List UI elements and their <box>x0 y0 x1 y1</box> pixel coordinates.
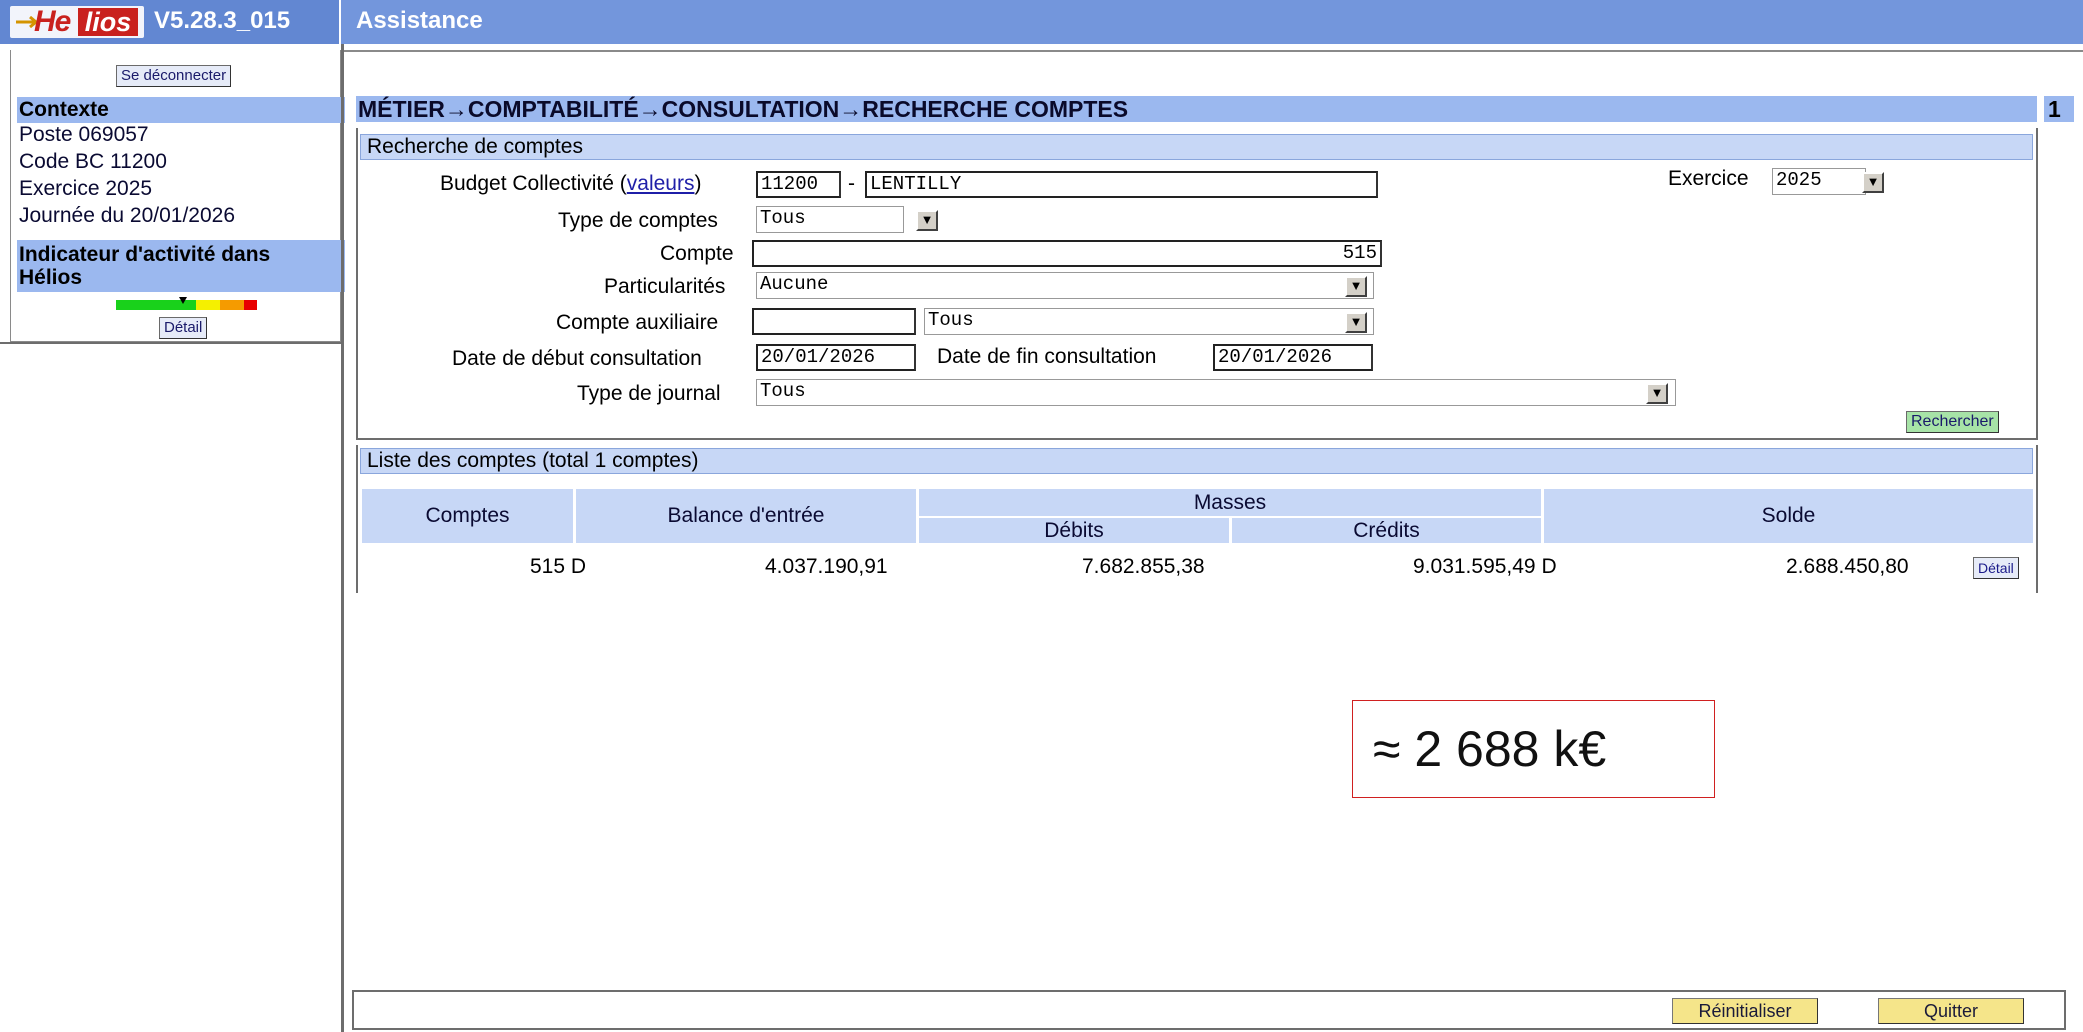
exercice-dropdown-icon[interactable]: ▼ <box>1862 172 1884 193</box>
col-header-balance: Balance d'entrée <box>576 489 916 543</box>
quit-button[interactable]: Quitter <box>1878 998 2024 1024</box>
valeurs-link[interactable]: valeurs <box>627 172 695 195</box>
cell-compte: 515 D <box>530 555 587 578</box>
search-section-title: Recherche de comptes <box>360 134 2033 160</box>
budget-label: Budget Collectivité (valeurs) <box>440 172 702 195</box>
type-journal-select[interactable]: Tous <box>756 379 1676 406</box>
compte-label: Compte <box>660 242 734 265</box>
budget-code-field[interactable]: 11200 <box>756 171 841 198</box>
app-version: V5.28.3_015 <box>154 7 291 34</box>
type-comptes-label: Type de comptes <box>558 209 718 232</box>
breadcrumb: MÉTIER→COMPTABILITÉ→CONSULTATION→RECHERC… <box>356 96 2037 122</box>
context-journee: Journée du 20/01/2026 <box>19 204 236 227</box>
accounts-list-title: Liste des comptes (total 1 comptes) <box>360 448 2033 474</box>
col-header-masses: Masses <box>919 489 1541 516</box>
solde-annotation: ≈ 2 688 k€ <box>1352 700 1715 798</box>
col-header-comptes: Comptes <box>362 489 573 543</box>
col-header-solde: Solde <box>1544 489 2033 543</box>
sidebar-divider <box>0 342 341 344</box>
compte-auxiliaire-dropdown-icon[interactable]: ▼ <box>1345 312 1367 333</box>
helios-logo: He lios <box>10 5 144 38</box>
activity-indicator-title: Indicateur d'activité dans Hélios <box>17 240 345 292</box>
particularites-select[interactable]: Aucune <box>756 272 1374 299</box>
logout-button[interactable]: Se déconnecter <box>116 65 232 87</box>
context-poste: Poste 069057 <box>19 123 149 146</box>
date-fin-label: Date de fin consultation <box>937 345 1157 368</box>
activity-detail-button[interactable]: Détail <box>159 317 208 339</box>
type-journal-label: Type de journal <box>577 382 721 405</box>
compte-field[interactable]: 515 <box>752 240 1382 267</box>
top-bar: He lios V5.28.3_015 Assistance <box>0 0 2083 44</box>
logo-area: He lios V5.28.3_015 <box>0 0 341 44</box>
particularites-label: Particularités <box>604 275 726 298</box>
date-debut-field[interactable]: 20/01/2026 <box>756 344 916 371</box>
context-code-bc: Code BC 11200 <box>19 150 167 173</box>
context-sidebar: Se déconnecter Contexte Poste 069057 Cod… <box>10 50 345 342</box>
date-debut-label: Date de début consultation <box>452 347 702 370</box>
cell-balance: 4.037.190,91 <box>765 555 888 578</box>
main-top-divider <box>344 50 2083 52</box>
col-header-credits: Crédits <box>1232 518 1541 543</box>
context-title: Contexte <box>17 97 345 123</box>
context-exercice: Exercice 2025 <box>19 177 153 200</box>
cell-solde: 2.688.450,80 <box>1786 555 1909 578</box>
search-button[interactable]: Rechercher <box>1906 411 1999 433</box>
compte-auxiliaire-type-select[interactable]: Tous <box>924 308 1374 335</box>
particularites-dropdown-icon[interactable]: ▼ <box>1345 276 1367 297</box>
budget-name-field[interactable]: LENTILLY <box>865 171 1378 198</box>
compte-auxiliaire-label: Compte auxiliaire <box>556 311 719 334</box>
page-number: 1 <box>2044 96 2074 122</box>
col-header-debits: Débits <box>919 518 1229 543</box>
activity-indicator-bar <box>116 297 257 310</box>
date-fin-field[interactable]: 20/01/2026 <box>1213 344 1373 371</box>
type-journal-dropdown-icon[interactable]: ▼ <box>1646 383 1668 404</box>
exercice-select[interactable]: 2025 <box>1772 168 1866 195</box>
exercice-label: Exercice <box>1668 167 1749 190</box>
budget-separator: - <box>848 172 855 195</box>
compte-auxiliaire-field[interactable] <box>752 308 916 335</box>
cell-credits: 9.031.595,49 D <box>1413 555 1557 578</box>
row-detail-button[interactable]: Détail <box>1973 557 2019 579</box>
type-comptes-select[interactable]: Tous <box>756 206 904 233</box>
cell-debits: 7.682.855,38 <box>1082 555 1205 578</box>
assistance-menu[interactable]: Assistance <box>356 7 483 35</box>
reset-button[interactable]: Réinitialiser <box>1672 998 1818 1024</box>
sidebar-vertical-divider <box>341 44 344 1032</box>
type-comptes-dropdown-icon[interactable]: ▼ <box>916 210 938 231</box>
